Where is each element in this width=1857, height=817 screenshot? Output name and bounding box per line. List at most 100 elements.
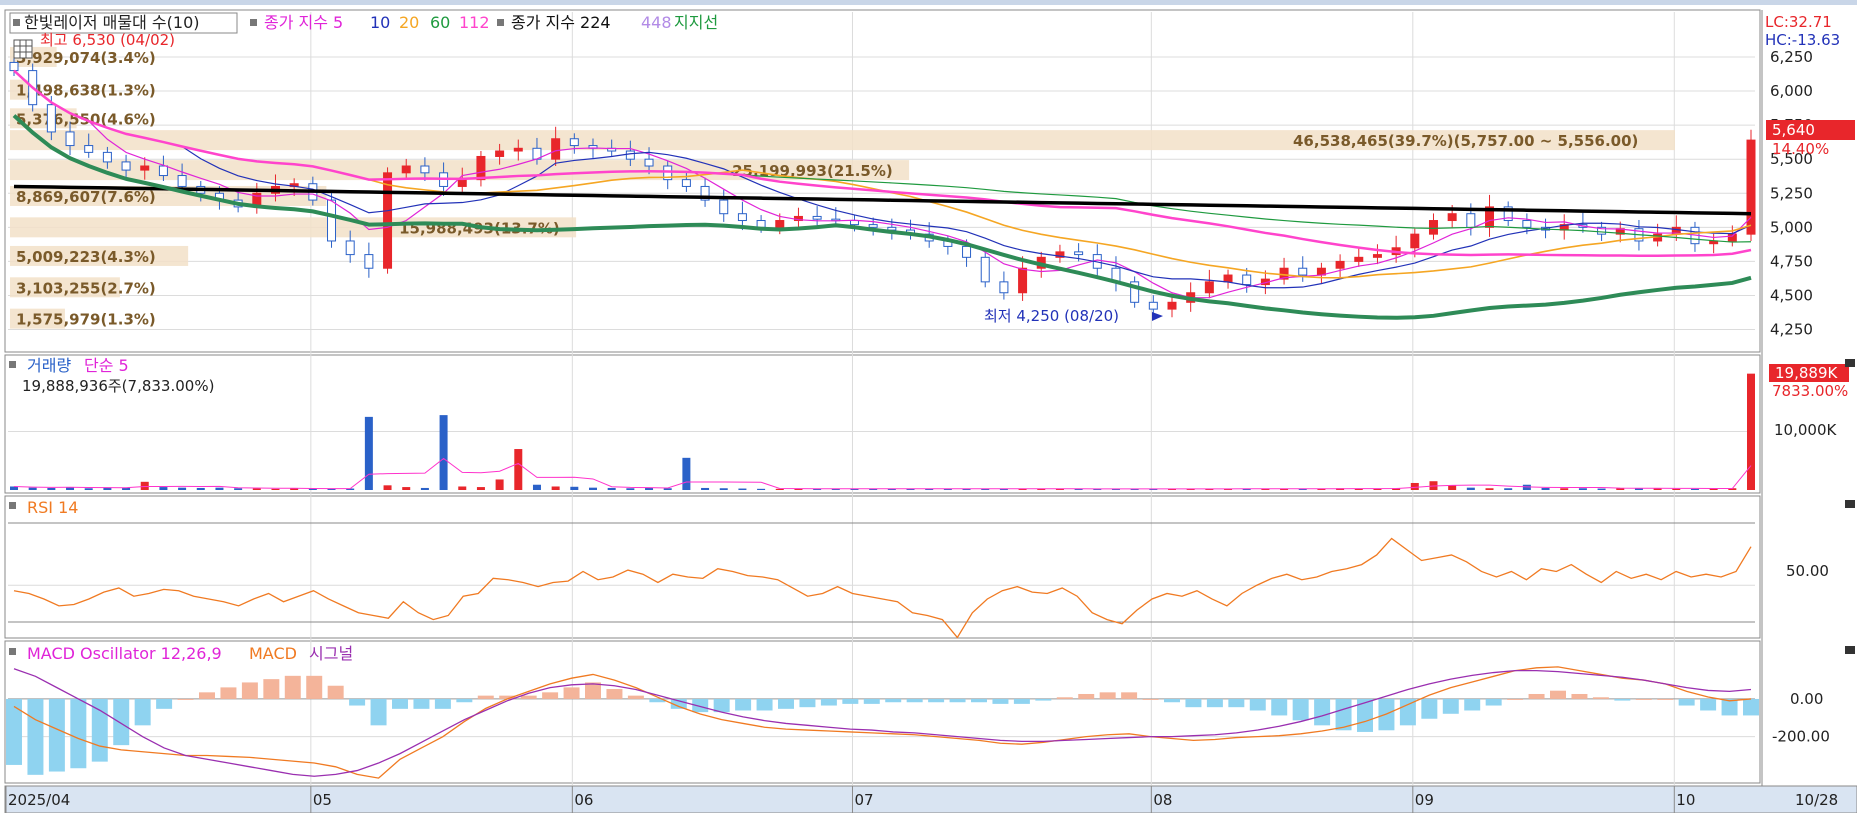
volume-bar bbox=[122, 487, 131, 490]
price-y-ticks: 6,2506,0005,7505,5005,2505,0004,7504,500… bbox=[1770, 48, 1813, 339]
macd-osc-bar bbox=[542, 692, 559, 699]
legend-ma60[interactable]: 60 bbox=[430, 13, 450, 32]
candle-body bbox=[1204, 281, 1214, 294]
macd-osc-bar bbox=[477, 695, 494, 699]
candle-body bbox=[1018, 267, 1028, 294]
legend-ma20[interactable]: 20 bbox=[399, 13, 419, 32]
volume-bar bbox=[439, 415, 448, 490]
volume-bar bbox=[402, 487, 411, 490]
candle-body bbox=[1242, 274, 1252, 286]
legend-ma5-label[interactable]: 종가 지수 5 bbox=[264, 13, 343, 32]
volume-bar bbox=[420, 487, 429, 490]
candle-body bbox=[1354, 256, 1364, 262]
macd-osc-bar bbox=[263, 679, 280, 699]
volume-ma-label[interactable]: 단순 5 bbox=[84, 356, 129, 375]
macd-osc-bar bbox=[306, 675, 323, 699]
macd-osc-bar bbox=[992, 698, 1009, 704]
chart-canvas[interactable]: 3,929,074(3.4%)1,498,638(1.3%)5,376,550(… bbox=[0, 0, 1857, 814]
volume-bar bbox=[757, 488, 766, 490]
grid-toggle-icon[interactable] bbox=[13, 39, 33, 59]
volume-bar bbox=[682, 457, 691, 490]
macd-osc-bar bbox=[928, 698, 945, 703]
macd-osc-bar bbox=[906, 698, 923, 703]
candle-body bbox=[383, 172, 393, 269]
x-tick-label: 07 bbox=[854, 791, 873, 809]
macd-osc-bar bbox=[1035, 698, 1052, 701]
macd-osc-bar bbox=[1206, 698, 1223, 708]
volume-bar bbox=[1541, 487, 1550, 490]
candle-body bbox=[1466, 213, 1476, 228]
volume-bar bbox=[84, 488, 93, 490]
volume-bar bbox=[196, 487, 205, 490]
legend-ma112[interactable]: 112 bbox=[459, 13, 490, 32]
rsi-title[interactable]: RSI 14 bbox=[27, 498, 78, 517]
candle-body bbox=[812, 215, 822, 220]
macd-osc-bar bbox=[241, 682, 258, 699]
macd-label[interactable]: MACD bbox=[249, 644, 297, 663]
legend-ma448[interactable]: 448 bbox=[641, 13, 672, 32]
x-tick-label: 10 bbox=[1676, 791, 1695, 809]
candle-body bbox=[962, 245, 972, 258]
macd-title[interactable]: MACD Oscillator 12,26,9 bbox=[27, 644, 222, 663]
volume-panel-close-icon[interactable] bbox=[1845, 359, 1855, 367]
macd-osc-bar bbox=[885, 698, 902, 703]
legend-bullet-icon bbox=[13, 19, 20, 26]
legend-ma224-label[interactable]: 종가 지수 224 bbox=[511, 13, 611, 32]
macd-osc-bar bbox=[1292, 698, 1309, 721]
volume-panel[interactable] bbox=[4, 354, 1761, 494]
macd-osc-bar bbox=[1314, 698, 1331, 726]
rsi-panel[interactable] bbox=[4, 495, 1761, 639]
macd-osc-bar bbox=[735, 698, 752, 711]
volume-bar bbox=[1747, 373, 1755, 490]
macd-osc-bar bbox=[220, 687, 237, 699]
price-tick-label: 5,250 bbox=[1770, 184, 1813, 202]
legend-title[interactable]: 한빛레이저 매물대 수(10) bbox=[24, 13, 200, 32]
macd-osc-bar bbox=[70, 698, 87, 769]
macd-osc-bar bbox=[606, 689, 623, 699]
candle-body bbox=[644, 158, 654, 167]
macd-osc-bar bbox=[1571, 693, 1588, 699]
candle-body bbox=[1223, 274, 1233, 283]
candle-body bbox=[1298, 267, 1308, 276]
candle-body bbox=[1148, 301, 1158, 310]
volume-bar bbox=[701, 487, 710, 490]
candle-body bbox=[849, 220, 859, 226]
legend-bullet-icon bbox=[250, 19, 257, 26]
candle-body bbox=[364, 254, 374, 269]
legend-support[interactable]: 지지선 bbox=[674, 13, 718, 32]
high-price-note: 최고 6,530 (04/02) bbox=[40, 31, 175, 49]
candle-body bbox=[495, 150, 505, 157]
price-tick-label: 6,000 bbox=[1770, 82, 1813, 100]
volume-bar bbox=[495, 479, 504, 490]
price-panel[interactable] bbox=[4, 9, 1761, 353]
candle-body bbox=[476, 155, 486, 181]
macd-osc-bar bbox=[1271, 698, 1288, 716]
volume-badge-pct: 7833.00% bbox=[1772, 382, 1848, 400]
price-tick-label: 5,000 bbox=[1770, 218, 1813, 236]
macd-osc-bar bbox=[156, 698, 173, 709]
volume-profile-label: 46,538,465(39.7%)(5,757.00 ~ 5,556.00) bbox=[1293, 132, 1638, 150]
macd-panel-close-icon[interactable] bbox=[1845, 646, 1855, 654]
volume-profile-label: 1,575,979(1.3%) bbox=[16, 311, 156, 329]
macd-osc-bar bbox=[27, 698, 44, 775]
candle-body bbox=[65, 131, 75, 147]
macd-osc-bar bbox=[1249, 698, 1266, 711]
macd-osc-bar bbox=[1528, 693, 1545, 699]
volume-bar bbox=[178, 487, 187, 490]
candle-body bbox=[158, 165, 168, 177]
volume-bar bbox=[1448, 485, 1457, 490]
legend-ma10[interactable]: 10 bbox=[370, 13, 390, 32]
volume-profile-label: 3,103,255(2.7%) bbox=[16, 279, 156, 297]
signal-label[interactable]: 시그널 bbox=[309, 644, 353, 663]
rsi-panel-close-icon[interactable] bbox=[1845, 500, 1855, 508]
candle-body bbox=[9, 61, 19, 72]
macd-osc-bar bbox=[1678, 698, 1695, 706]
candle-body bbox=[177, 175, 187, 187]
volume-bar bbox=[1578, 488, 1587, 490]
candle-body bbox=[980, 256, 990, 283]
volume-bar bbox=[271, 488, 280, 490]
volume-title[interactable]: 거래량 bbox=[27, 356, 71, 375]
volume-bar bbox=[364, 416, 373, 490]
candle-body bbox=[345, 240, 355, 256]
macd-osc-bar bbox=[1614, 698, 1631, 701]
